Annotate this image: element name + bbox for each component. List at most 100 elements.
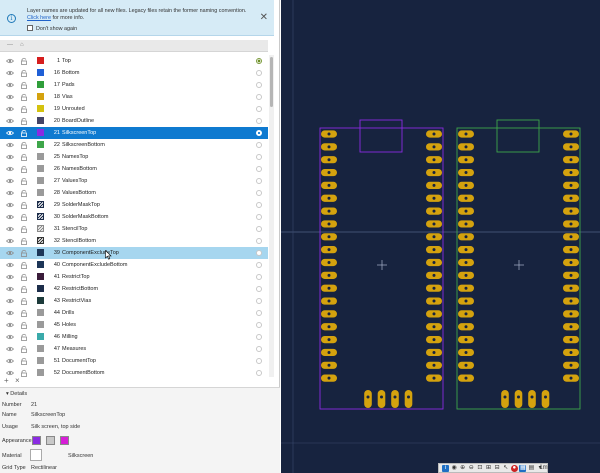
eye-icon[interactable] <box>5 201 15 209</box>
layer-row[interactable]: 47 Measures <box>0 343 268 355</box>
dont-show-again-checkbox[interactable]: Don't show again <box>27 25 77 32</box>
scrollbar-thumb[interactable] <box>270 57 273 107</box>
layer-row[interactable]: 27 ValuesTop <box>0 175 268 187</box>
eye-icon[interactable] <box>5 69 15 77</box>
layer-color-swatch[interactable] <box>37 105 44 112</box>
material-swatch[interactable] <box>30 449 42 461</box>
eye-icon[interactable] <box>5 117 15 125</box>
lock-icon[interactable] <box>20 165 28 173</box>
zoom-level-label[interactable]: 1m <box>539 465 548 472</box>
layer-color-swatch[interactable] <box>37 321 44 328</box>
active-layer-radio[interactable] <box>256 358 262 364</box>
zoom-in-icon[interactable]: ⊕ <box>459 465 466 472</box>
lock-icon[interactable] <box>20 213 28 221</box>
lock-icon[interactable] <box>20 69 28 77</box>
active-layer-radio[interactable] <box>256 238 262 244</box>
eye-icon[interactable] <box>5 321 15 329</box>
lock-icon[interactable] <box>20 309 28 317</box>
lock-icon[interactable] <box>20 57 28 65</box>
eye-icon[interactable] <box>5 141 15 149</box>
checkbox-icon[interactable] <box>27 25 33 31</box>
layer-row[interactable]: 29 SolderMaskTop <box>0 199 268 211</box>
layer-row[interactable]: 16 Bottom <box>0 67 268 79</box>
eye-icon[interactable]: ◉ <box>451 465 458 472</box>
zoom-select-icon[interactable]: ⊞ <box>485 465 492 472</box>
add-layer-icon[interactable]: + <box>4 377 9 385</box>
zoom-prev-icon[interactable]: ⊟ <box>494 465 501 472</box>
eye-icon[interactable] <box>5 57 15 65</box>
appearance-color-1[interactable] <box>32 436 41 445</box>
lock-icon[interactable] <box>20 81 28 89</box>
eye-icon[interactable] <box>5 261 15 269</box>
layer-color-swatch[interactable] <box>37 141 44 148</box>
active-layer-radio[interactable] <box>256 166 262 172</box>
layer-row[interactable]: 44 Drills <box>0 307 268 319</box>
eye-icon[interactable] <box>5 357 15 365</box>
active-layer-radio[interactable] <box>256 250 262 256</box>
layer-row[interactable]: 1 Top <box>0 55 268 67</box>
lock-icon[interactable] <box>20 93 28 101</box>
eye-icon[interactable] <box>5 177 15 185</box>
active-layer-radio[interactable] <box>256 118 262 124</box>
layer-color-swatch[interactable] <box>37 261 44 268</box>
layer-color-swatch[interactable] <box>37 129 44 136</box>
layer-row[interactable]: 30 SolderMaskBottom <box>0 211 268 223</box>
layer-color-swatch[interactable] <box>37 69 44 76</box>
zoom-fit-icon[interactable]: ⊡ <box>476 465 483 472</box>
layer-color-swatch[interactable] <box>37 57 44 64</box>
pointer-icon[interactable]: ↖ <box>502 465 509 472</box>
lock-icon[interactable] <box>20 153 28 161</box>
layer-row[interactable]: 51 DocumentTop <box>0 355 268 367</box>
appearance-color-3[interactable] <box>60 436 69 445</box>
layer-color-swatch[interactable] <box>37 177 44 184</box>
eye-icon[interactable] <box>5 345 15 353</box>
eye-icon[interactable] <box>5 273 15 281</box>
layer-color-swatch[interactable] <box>37 165 44 172</box>
eye-icon[interactable] <box>5 225 15 233</box>
lock-icon[interactable] <box>20 261 28 269</box>
remove-layer-icon[interactable]: × <box>15 377 20 385</box>
layer-color-swatch[interactable] <box>37 237 44 244</box>
grid-icon[interactable]: ▦ <box>519 465 527 472</box>
lock-icon[interactable] <box>20 201 28 209</box>
info-icon[interactable]: i <box>442 465 449 472</box>
layer-list-scrollbar[interactable] <box>269 55 274 377</box>
details-header[interactable]: ▾ Details <box>6 391 27 397</box>
active-layer-radio[interactable] <box>256 322 262 328</box>
eye-icon[interactable] <box>5 93 15 101</box>
stop-icon[interactable]: ● <box>510 465 518 472</box>
active-layer-radio[interactable] <box>256 286 262 292</box>
layer-color-swatch[interactable] <box>37 285 44 292</box>
eye-icon[interactable] <box>5 153 15 161</box>
layer-row[interactable]: 18 Vias <box>0 91 268 103</box>
active-layer-radio[interactable] <box>256 70 262 76</box>
lock-icon[interactable] <box>20 285 28 293</box>
eye-column-icon[interactable]: — <box>7 42 13 48</box>
lock-icon[interactable] <box>20 249 28 257</box>
appearance-color-2[interactable] <box>46 436 55 445</box>
lock-icon[interactable] <box>20 225 28 233</box>
layer-row[interactable]: 28 ValuesBottom <box>0 187 268 199</box>
layer-row[interactable]: 42 RestrictBottom <box>0 283 268 295</box>
eye-icon[interactable] <box>5 105 15 113</box>
active-layer-radio[interactable] <box>256 190 262 196</box>
layer-color-swatch[interactable] <box>37 345 44 352</box>
layer-row[interactable]: 46 Milling <box>0 331 268 343</box>
active-layer-radio[interactable] <box>256 154 262 160</box>
eye-icon[interactable] <box>5 129 15 137</box>
eye-icon[interactable] <box>5 213 15 221</box>
layer-color-swatch[interactable] <box>37 309 44 316</box>
active-layer-radio[interactable] <box>256 106 262 112</box>
layer-row[interactable]: 43 RestrictVias <box>0 295 268 307</box>
layer-row[interactable]: 26 NamesBottom <box>0 163 268 175</box>
lock-icon[interactable] <box>20 321 28 329</box>
active-layer-radio[interactable] <box>256 274 262 280</box>
layer-row[interactable]: 17 Pads <box>0 79 268 91</box>
eye-icon[interactable] <box>5 81 15 89</box>
layer-row[interactable]: 22 SilkscreenBottom <box>0 139 268 151</box>
eye-icon[interactable] <box>5 333 15 341</box>
lock-icon[interactable] <box>20 237 28 245</box>
layer-color-swatch[interactable] <box>37 201 44 208</box>
active-layer-radio[interactable] <box>256 130 262 136</box>
layer-row[interactable]: 41 RestrictTop <box>0 271 268 283</box>
